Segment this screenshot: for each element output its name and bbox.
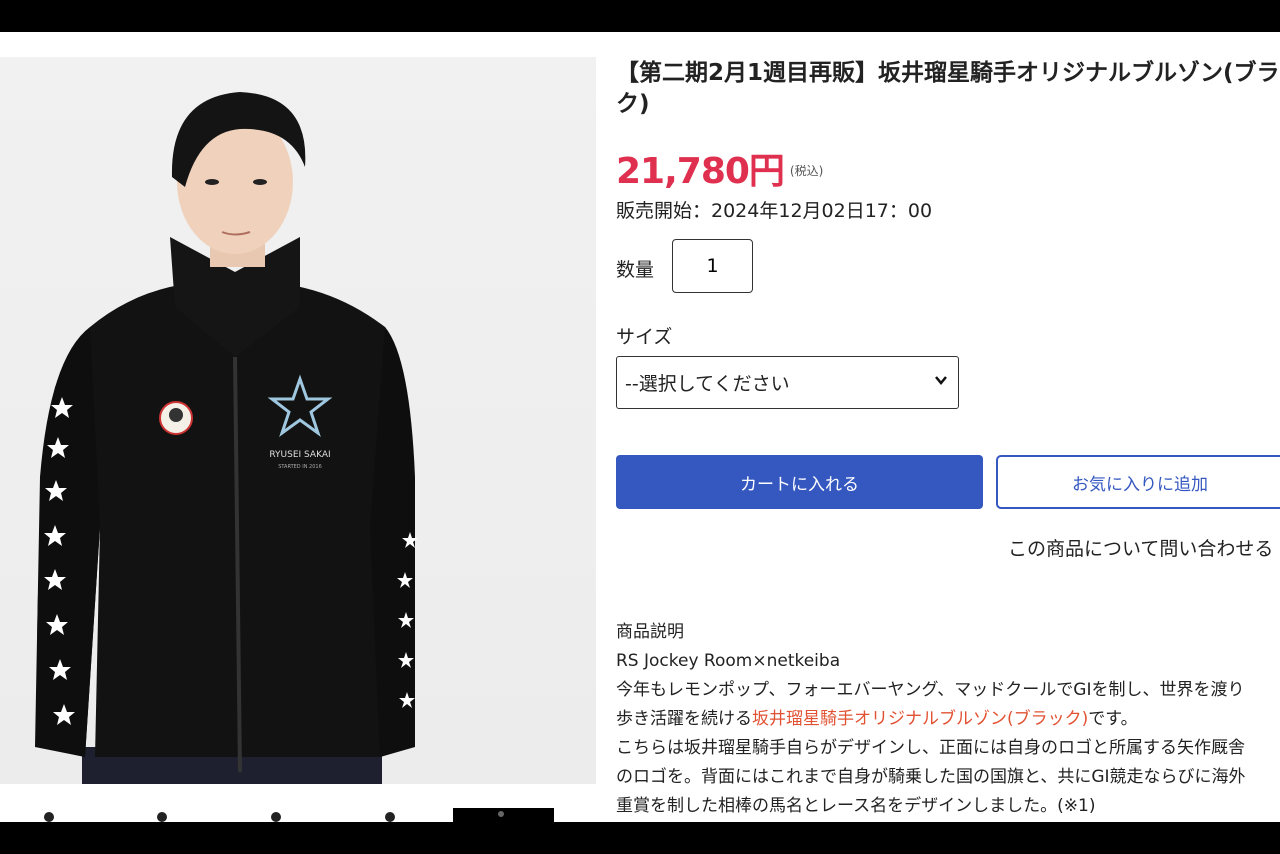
chevron-down-icon	[935, 376, 947, 385]
size-select-value: --選択してください	[625, 373, 790, 395]
description-line: 今年もレモンポップ、フォーエバーヤング、マッドクールでGIを制し、世界を渡り	[616, 680, 1245, 700]
product-main-image[interactable]: RYUSEI SAKAI STARTED IN 2016	[0, 57, 596, 784]
description-line: 歩き活躍を続ける坂井瑠星騎手オリジナルブルゾン(ブラック)です。	[616, 705, 1280, 734]
add-to-favorites-button[interactable]: お気に入りに追加	[996, 455, 1280, 509]
thumbnail[interactable]	[112, 808, 212, 822]
jacket-logo-text: RYUSEI SAKAI	[269, 450, 330, 460]
sale-start-date: 販売開始：2024年12月02日17：00	[616, 200, 933, 222]
price-row: 21,780円 (税込)	[616, 142, 823, 194]
product-price: 21,780円	[616, 151, 785, 192]
model-photo: RYUSEI SAKAI STARTED IN 2016	[35, 92, 418, 784]
add-to-cart-button[interactable]: カートに入れる	[616, 455, 983, 509]
quantity-input[interactable]	[672, 239, 753, 293]
size-label: サイズ	[616, 326, 673, 348]
description-line: のロゴを。背面にはこれまで自身が騎乗した国の国旗と、共にGI競走ならびに海外	[616, 767, 1246, 787]
description-heading: 商品説明	[616, 622, 684, 642]
thumbnail[interactable]	[226, 808, 326, 822]
description-text: です。	[1088, 709, 1138, 729]
description-line: 重賞を制した相棒の馬名とレース名をデザインしました。(※1)	[616, 796, 1096, 816]
page: RYUSEI SAKAI STARTED IN 2016 【第二期2月1週目再販…	[0, 32, 1280, 822]
quantity-label: 数量	[616, 259, 655, 281]
product-description: 商品説明 RS Jockey Room×netkeiba 今年もレモンポップ、フ…	[616, 618, 1280, 821]
description-text: 歩き活躍を続ける	[616, 709, 752, 729]
jacket-logo-subtext: STARTED IN 2016	[278, 464, 322, 470]
description-line: こちらは坂井瑠星騎手自らがデザインし、正面には自身のロゴと所属する矢作厩舎	[616, 738, 1245, 758]
product-gallery: RYUSEI SAKAI STARTED IN 2016	[0, 57, 596, 822]
size-select[interactable]: --選択してください	[616, 356, 959, 409]
thumbnail-strip	[0, 808, 596, 822]
description-line: RS Jockey Room×netkeiba	[616, 651, 841, 671]
inquiry-link[interactable]: この商品について問い合わせる	[1008, 534, 1273, 561]
thumbnail[interactable]	[340, 808, 440, 822]
tax-note: (税込)	[789, 164, 824, 178]
product-title: 【第二期2月1週目再販】坂井瑠星騎手オリジナルブルゾン(ブラック)	[616, 60, 1280, 117]
thumbnail-active[interactable]	[453, 808, 554, 822]
thumbnail[interactable]	[0, 808, 98, 822]
product-name-link[interactable]: 坂井瑠星騎手オリジナルブルゾン(ブラック)	[752, 709, 1088, 729]
